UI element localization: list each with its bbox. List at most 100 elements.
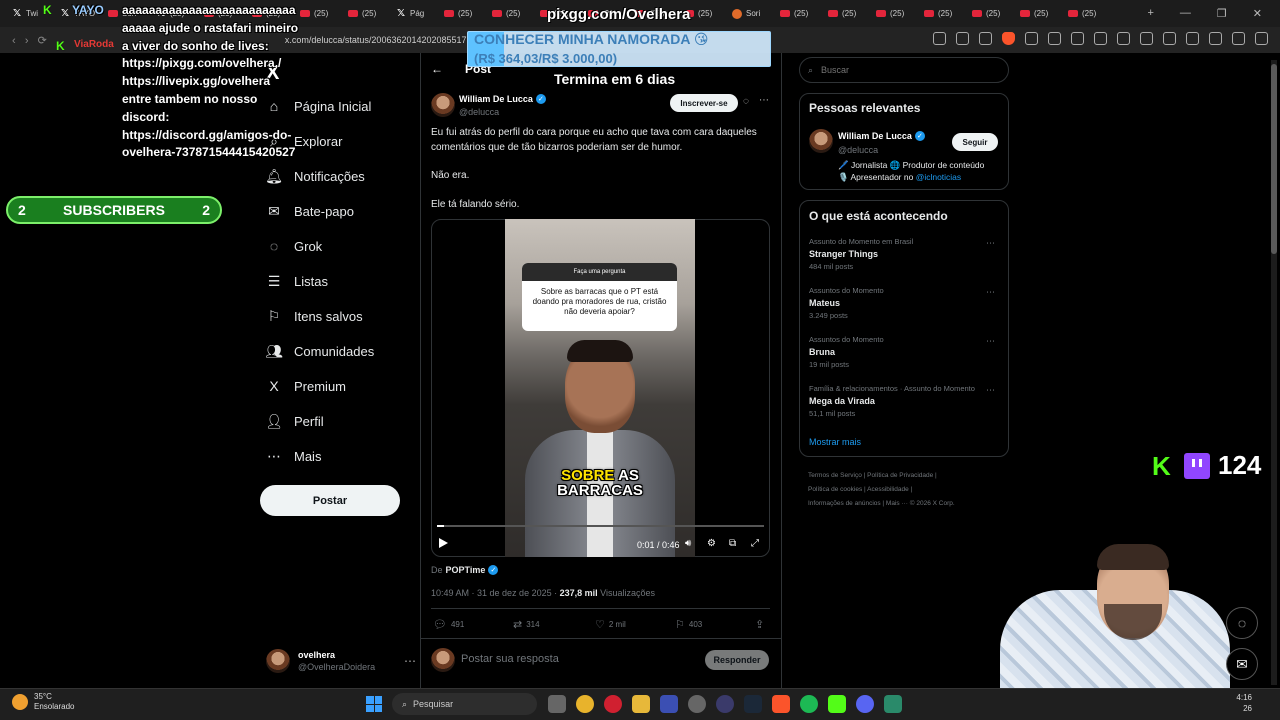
trend-more-icon[interactable]: ⋯ — [986, 238, 995, 249]
browser-tab[interactable]: (25) — [486, 0, 532, 27]
follow-button[interactable]: Seguir — [952, 133, 998, 151]
sidebar-icon[interactable] — [1163, 32, 1176, 45]
kick-app-icon[interactable] — [828, 695, 846, 713]
show-more-link[interactable]: Mostrar mais — [809, 437, 861, 447]
bio-link[interactable]: @iclnoticias — [916, 172, 961, 182]
page-scrollbar[interactable] — [1271, 60, 1277, 685]
reply-input[interactable]: Postar sua resposta — [461, 653, 559, 665]
browser-tab[interactable]: (25) — [438, 0, 484, 27]
source-link[interactable]: POPTime — [446, 565, 486, 575]
footer-links[interactable]: Termos de Serviço | Política de Privacid… — [808, 472, 937, 479]
puzzle-icon[interactable] — [1117, 32, 1130, 45]
post-button[interactable]: Postar — [260, 485, 400, 516]
search-box[interactable]: ⌕ — [799, 57, 1009, 83]
more-icon[interactable]: ⋯ — [404, 654, 416, 668]
volume-icon[interactable]: 🔊︎ — [685, 538, 691, 549]
messages-fab-icon[interactable]: ✉ — [1226, 648, 1258, 680]
vpn-icon[interactable] — [1232, 32, 1245, 45]
browser-tab[interactable]: (25) — [966, 0, 1012, 27]
extension-icon[interactable] — [1048, 32, 1061, 45]
back-arrow-icon[interactable]: ← — [431, 62, 443, 76]
folder-icon[interactable] — [632, 695, 650, 713]
account-switcher[interactable]: ovelhera @OvelheraDoidera ⋯ — [266, 646, 416, 676]
nav-item-lists[interactable]: ☰ Listas — [266, 266, 328, 296]
post-timestamp[interactable]: 10:49 AM · 31 de dez de 2025 · — [431, 588, 560, 598]
scrollbar-thumb[interactable] — [1271, 64, 1277, 254]
nav-item-chat[interactable]: ✉ Bate-papo — [266, 196, 354, 226]
trend-more-icon[interactable]: ⋯ — [986, 336, 995, 347]
trend-more-icon[interactable]: ⋯ — [986, 287, 995, 298]
opera-icon[interactable] — [604, 695, 622, 713]
search-input[interactable] — [819, 64, 990, 76]
nav-item-communities[interactable]: 👥︎ Comunidades — [265, 336, 374, 366]
trend-more-icon[interactable]: ⋯ — [986, 385, 995, 396]
extension-icon[interactable] — [1071, 32, 1084, 45]
extension-icon[interactable] — [1025, 32, 1038, 45]
like-action[interactable]: ♡ 2 mil — [595, 618, 626, 631]
media-icon[interactable] — [1140, 32, 1153, 45]
author-handle[interactable]: @delucca — [459, 107, 499, 117]
play-icon[interactable] — [439, 538, 448, 548]
browser-tab[interactable]: (25) — [1014, 0, 1060, 27]
taskbar-clock[interactable]: 4:16 26 — [1232, 692, 1252, 714]
app-icon[interactable] — [716, 695, 734, 713]
nav-item-profile[interactable]: 👤︎ Perfil — [265, 406, 324, 436]
trend-item[interactable]: Assuntos do Momento Mateus 3.249 posts — [809, 286, 999, 320]
pip-icon[interactable]: ⧉ — [729, 538, 736, 549]
browser-tab[interactable]: (25) — [774, 0, 820, 27]
nav-item-more[interactable]: ⋯ Mais — [266, 441, 321, 471]
nav-item-bookmarks[interactable]: ⚐ Itens salvos — [266, 301, 363, 331]
trend-item[interactable]: Assuntos do Momento Bruna 19 mil posts — [809, 335, 999, 369]
repost-action[interactable]: ⇄ 314 — [513, 618, 540, 631]
author-avatar[interactable] — [431, 93, 455, 117]
footer-links[interactable]: Política de cookies | Acessibilidade | — [808, 486, 912, 493]
brave-icon[interactable] — [772, 695, 790, 713]
steam-icon[interactable] — [744, 695, 762, 713]
browser-tab[interactable]: (25) — [822, 0, 868, 27]
grok-fab-icon[interactable]: ◌ — [1226, 607, 1258, 639]
settings-gear-icon[interactable]: ⚙ — [707, 538, 716, 549]
footer-links[interactable]: Informações de anúncios | Mais ··· © 202… — [808, 500, 955, 507]
browser-tab[interactable]: Sori — [726, 0, 772, 27]
leo-icon[interactable] — [1209, 32, 1222, 45]
browser-tab[interactable]: (25) — [918, 0, 964, 27]
video-progress-bar[interactable] — [437, 525, 764, 527]
browser-tab[interactable]: (25) — [1062, 0, 1108, 27]
share-icon[interactable] — [979, 32, 992, 45]
nav-item-premium[interactable]: X Premium — [266, 371, 346, 401]
browser-tab[interactable]: (25) — [342, 0, 388, 27]
relevant-handle[interactable]: @delucca — [838, 145, 878, 155]
grok-icon[interactable]: ◌ — [743, 96, 749, 107]
relevant-avatar[interactable] — [809, 129, 833, 153]
add-tab-button[interactable]: + — [1147, 7, 1153, 20]
discord-icon[interactable] — [856, 695, 874, 713]
more-options-icon[interactable]: ⋯ — [759, 95, 769, 106]
wallet-icon[interactable] — [1186, 32, 1199, 45]
extension-icon[interactable] — [1094, 32, 1107, 45]
fullscreen-icon[interactable]: ⤢ — [751, 538, 759, 549]
task-view-icon[interactable] — [548, 695, 566, 713]
reply-button[interactable]: Responder — [705, 650, 769, 670]
zoom-icon[interactable] — [956, 32, 969, 45]
chrome-icon[interactable] — [576, 695, 594, 713]
nav-item-grok[interactable]: ◌ Grok — [266, 231, 322, 261]
relevant-name[interactable]: William De Lucca ✓ — [838, 131, 925, 141]
menu-icon[interactable] — [1255, 32, 1268, 45]
weather-widget[interactable]: 35°C Ensolarado — [12, 692, 74, 712]
trend-item[interactable]: Assunto do Momento em Brasil Stranger Thi… — [809, 237, 999, 271]
spotify-icon[interactable] — [800, 695, 818, 713]
reply-action[interactable]: 💬︎ 491 — [433, 618, 464, 631]
app-icon[interactable] — [660, 695, 678, 713]
windows-start-icon[interactable] — [366, 696, 382, 712]
trend-item[interactable]: Família & relacionamentos · Assunto do M… — [809, 384, 999, 418]
author-name[interactable]: William De Lucca ✓ — [459, 94, 546, 104]
back-nav-icon[interactable]: ‹ › ⟳ — [12, 34, 47, 47]
maximize-button[interactable]: ❐ — [1217, 7, 1227, 20]
close-button[interactable]: ✕ — [1253, 7, 1262, 20]
share-action[interactable]: ⇪ — [755, 618, 764, 631]
brave-shield-icon[interactable] — [1002, 32, 1015, 45]
notepad-icon[interactable] — [884, 695, 902, 713]
url-field[interactable]: x.com/delucca/status/2006362014202085517 — [285, 35, 467, 45]
browser-tab[interactable]: 𝕏 Pág — [390, 0, 436, 27]
bookmark-action[interactable]: ⚐ 403 — [675, 618, 702, 631]
